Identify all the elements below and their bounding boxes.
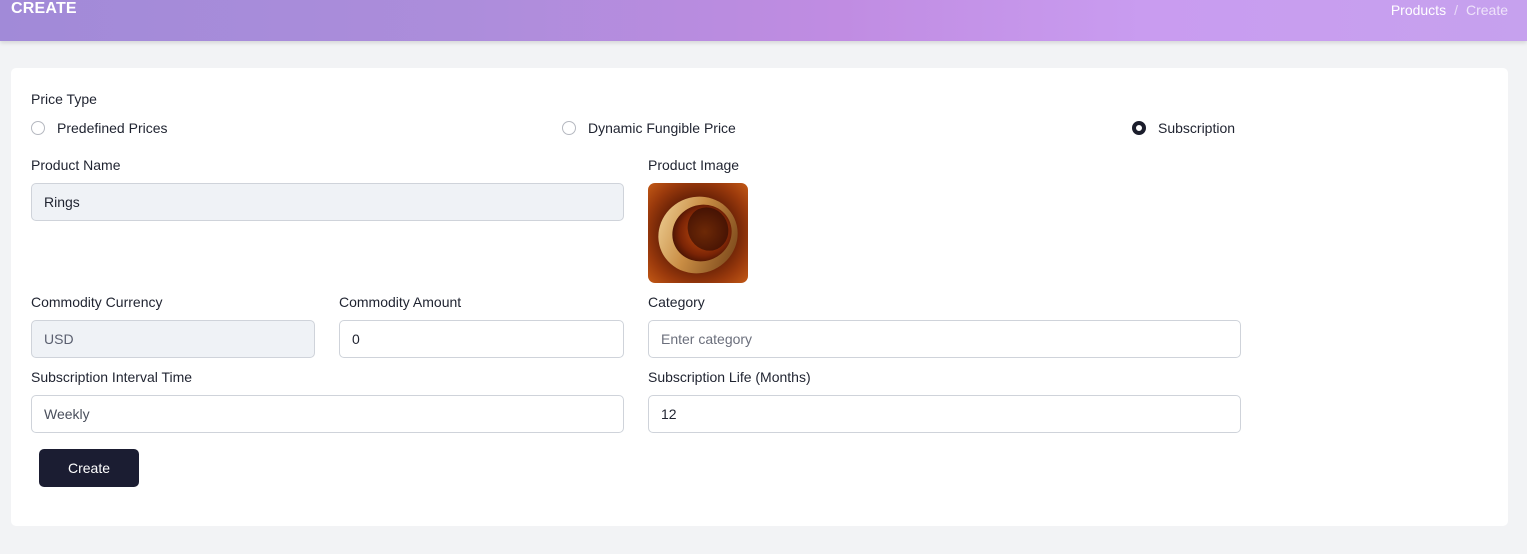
breadcrumb-current: Create bbox=[1465, 2, 1508, 18]
ring-image[interactable] bbox=[648, 183, 748, 283]
subscription-life-input[interactable] bbox=[648, 395, 1241, 433]
top-header: CREATE Products / Create bbox=[0, 0, 1527, 41]
radio-label: Subscription bbox=[1158, 120, 1236, 136]
radio-circle[interactable] bbox=[31, 121, 45, 135]
breadcrumb-separator: / bbox=[1454, 2, 1458, 18]
radio-dynamic-fungible-price[interactable]: Dynamic Fungible Price bbox=[562, 120, 736, 136]
radio-predefined-prices[interactable]: Predefined Prices bbox=[31, 120, 168, 136]
radio-circle-selected[interactable] bbox=[1132, 121, 1146, 135]
page-title: CREATE bbox=[11, 0, 77, 17]
category-label: Category bbox=[648, 294, 705, 310]
breadcrumb-products-link[interactable]: Products bbox=[1391, 2, 1446, 18]
product-image-label: Product Image bbox=[648, 157, 740, 173]
create-button[interactable]: Create bbox=[39, 449, 139, 487]
commodity-amount-label: Commodity Amount bbox=[339, 294, 462, 310]
radio-circle[interactable] bbox=[562, 121, 576, 135]
product-name-label: Product Name bbox=[31, 157, 121, 173]
subscription-interval-label: Subscription Interval Time bbox=[31, 369, 193, 385]
subscription-interval-select[interactable] bbox=[31, 395, 624, 433]
category-input[interactable] bbox=[648, 320, 1241, 358]
commodity-currency-label: Commodity Currency bbox=[31, 294, 163, 310]
create-product-form: Price Type Predefined Prices Dynamic Fun… bbox=[11, 68, 1508, 526]
radio-label: Dynamic Fungible Price bbox=[588, 120, 736, 136]
radio-label: Predefined Prices bbox=[57, 120, 168, 136]
product-name-input[interactable] bbox=[31, 183, 624, 221]
subscription-life-label: Subscription Life (Months) bbox=[648, 369, 811, 385]
commodity-currency-input[interactable] bbox=[31, 320, 315, 358]
radio-subscription[interactable]: Subscription bbox=[1132, 120, 1235, 136]
commodity-amount-input[interactable] bbox=[339, 320, 624, 358]
breadcrumb: Products / Create bbox=[1391, 2, 1508, 18]
price-type-label: Price Type bbox=[31, 91, 97, 107]
